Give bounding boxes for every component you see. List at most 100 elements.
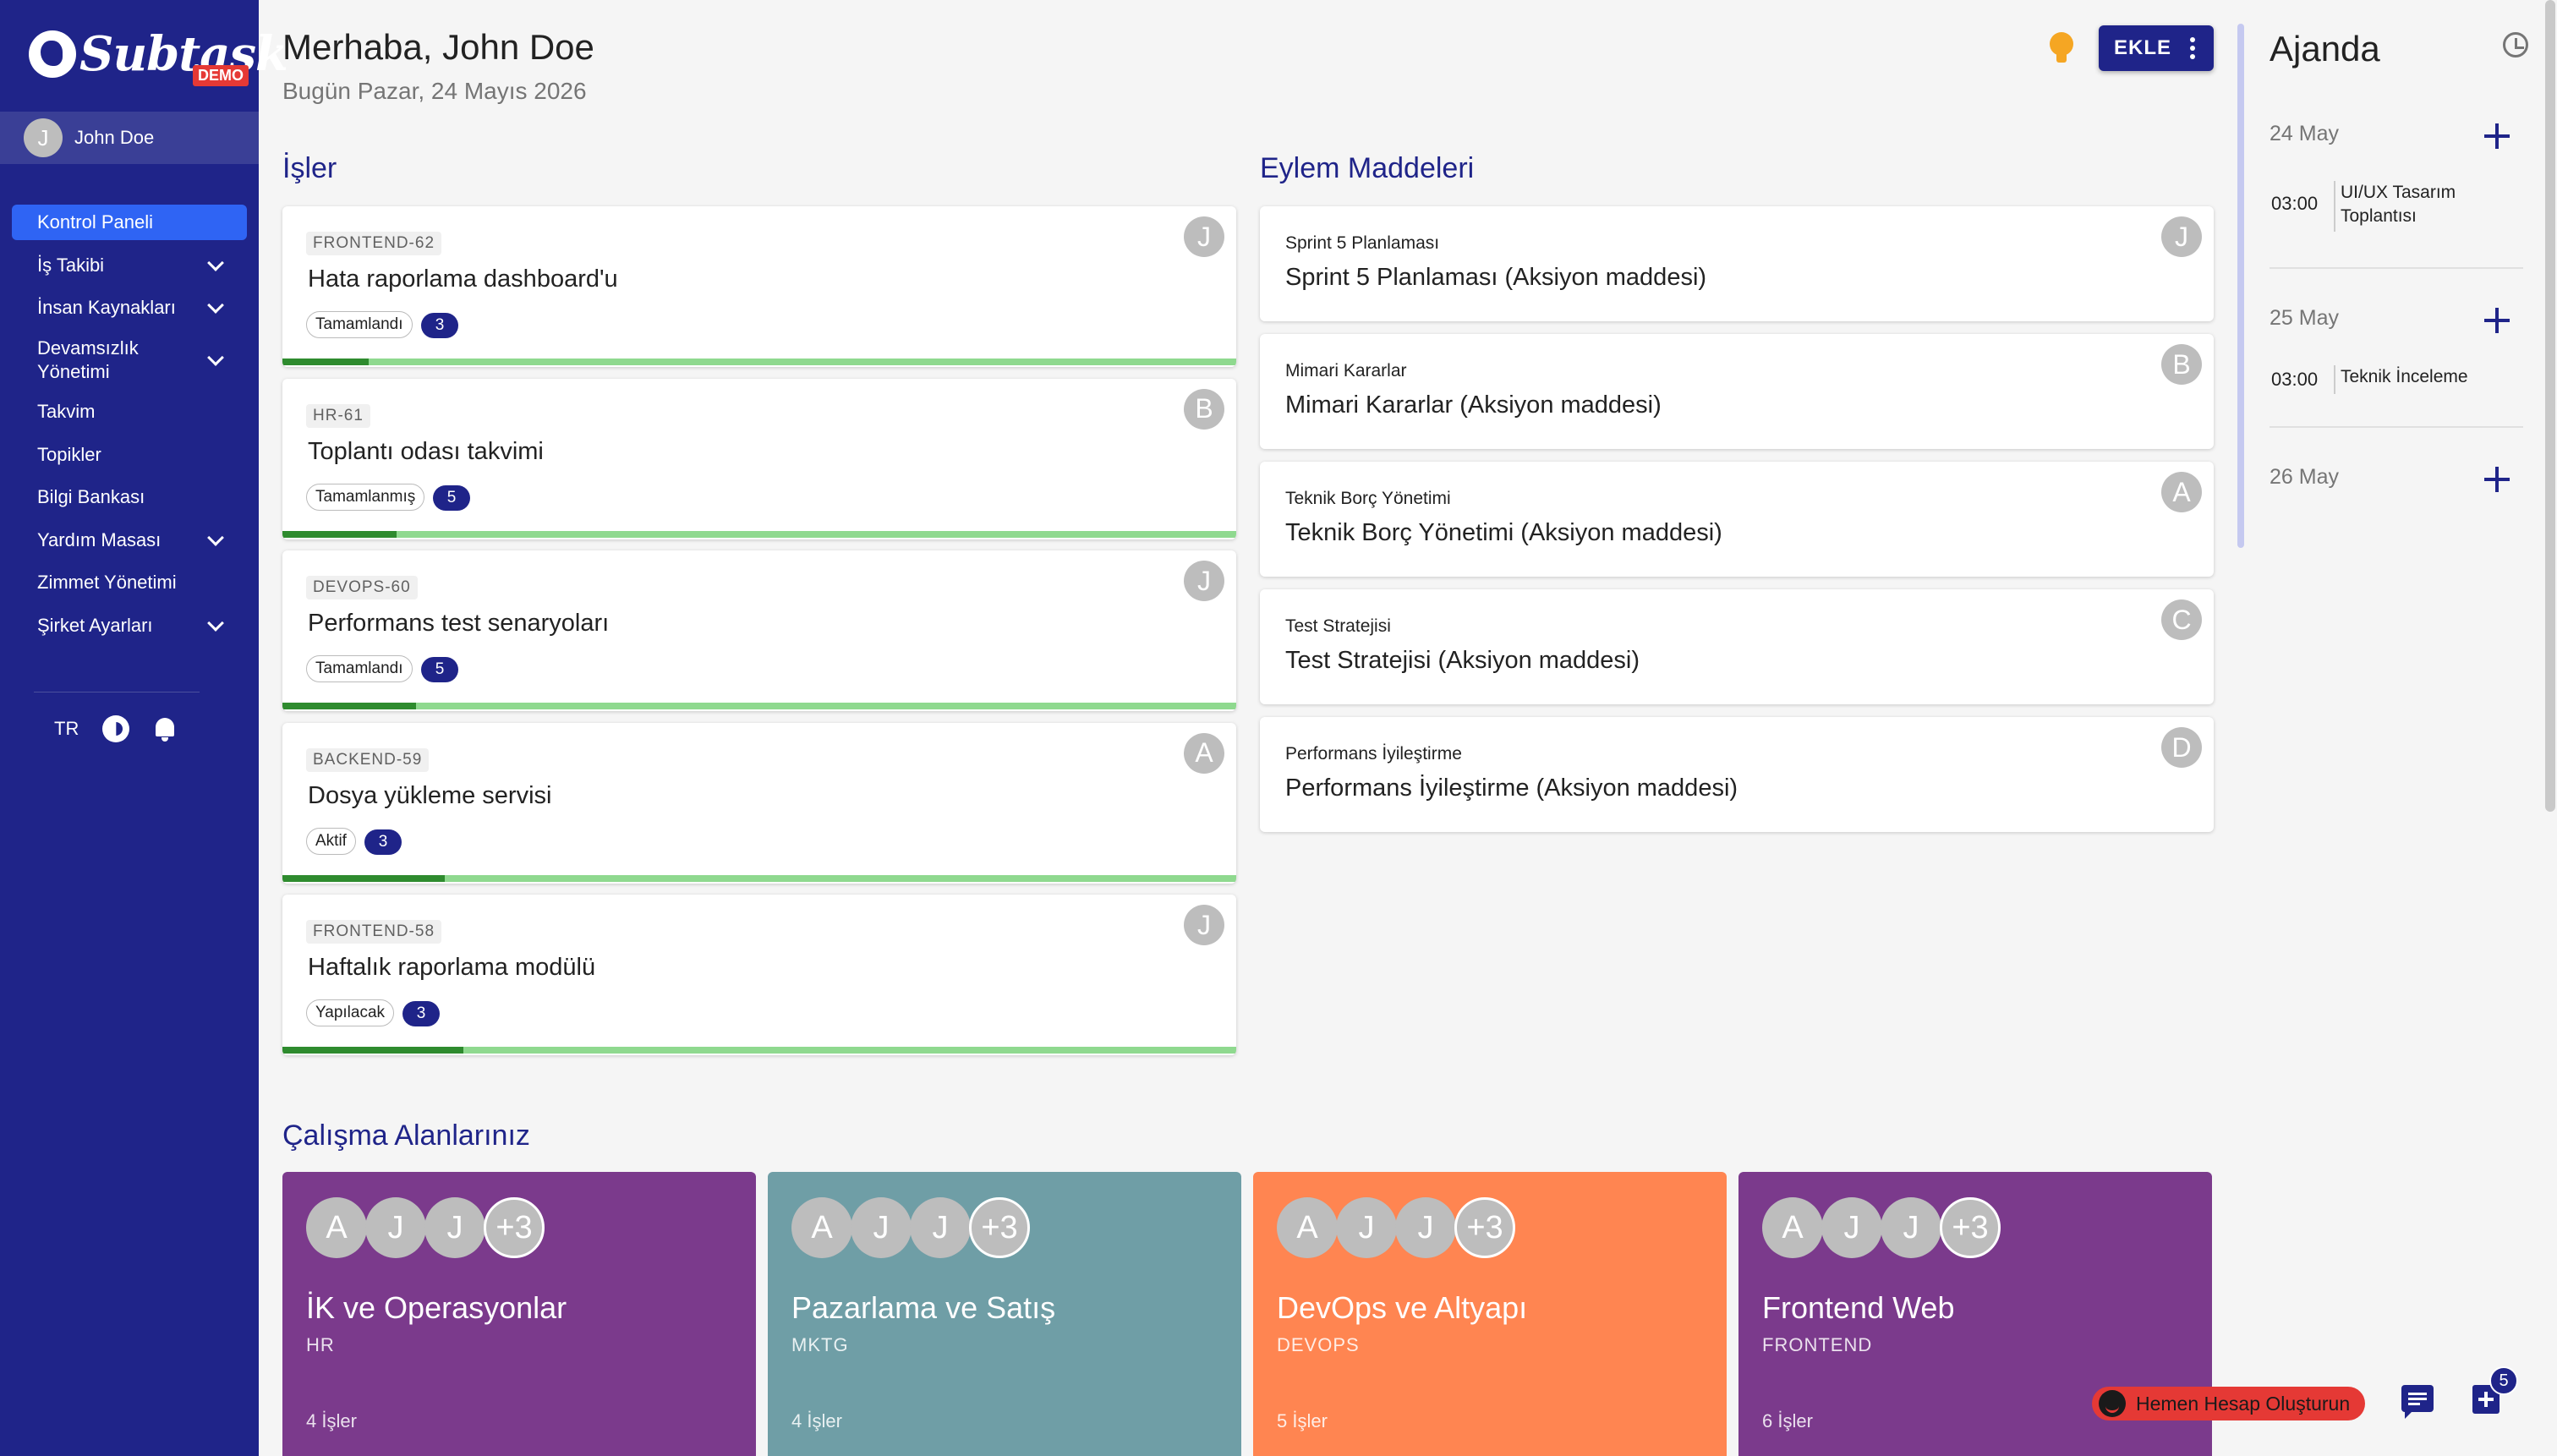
task-card[interactable]: DEVOPS-60 Performans test senaryoları Tama… (282, 550, 1236, 711)
action-item-title: Performans İyileştirme (Aksiyon maddesi) (1285, 775, 1738, 802)
chevron-down-icon[interactable] (207, 297, 224, 314)
action-item-card[interactable]: Teknik Borç Yönetimi Teknik Borç Yönetimi… (1260, 462, 2214, 577)
add-event-icon[interactable] (2484, 467, 2510, 492)
progress-fill (282, 874, 445, 882)
sidebar-item-label: Takvim (37, 401, 96, 422)
agenda-event-title[interactable]: UI/UX Tasarım Toplantısı (2341, 181, 2501, 228)
kebab-menu-icon[interactable] (2190, 37, 2195, 59)
workspace-card[interactable]: A J J +3 Pazarlama ve Satış MKTG 4 İşler (768, 1172, 1241, 1456)
workspace-code: FRONTEND (1762, 1334, 1873, 1355)
action-item-card[interactable]: Mimari Kararlar Mimari Kararlar (Aksiyon … (1260, 334, 2214, 449)
sidebar-item[interactable]: Devamsızlık Yönetimi (12, 333, 247, 387)
sidebar-item-label: Şirket Ayarları (37, 614, 153, 636)
scrollbar[interactable] (2545, 0, 2555, 812)
task-title: Hata raporlama dashboard'u (308, 265, 618, 293)
task-card[interactable]: FRONTEND-62 Hata raporlama dashboard'u Tam… (282, 206, 1236, 367)
agenda-event-title[interactable]: Teknik İnceleme (2341, 365, 2468, 389)
create-account-button[interactable]: Hemen Hesap Oluşturun (2092, 1387, 2366, 1420)
sidebar-item[interactable]: Zimmet Yönetimi (12, 565, 247, 600)
chevron-down-icon[interactable] (207, 348, 224, 366)
subtask-count-badge: 5 (433, 484, 470, 511)
sidebar-item[interactable]: Takvim (12, 394, 247, 430)
sidebar-item[interactable]: İnsan Kaynakları (12, 290, 247, 326)
add-event-icon[interactable] (2484, 123, 2510, 149)
workspace-card[interactable]: A J J +3 İK ve Operasyonlar HR 4 İşler (282, 1172, 756, 1456)
avatar: J (24, 118, 63, 157)
agenda-accent (2237, 24, 2244, 548)
agenda-date: 24 May (2270, 122, 2339, 145)
workspace-code: HR (306, 1334, 335, 1355)
progress-fill (282, 359, 369, 365)
action-item-card[interactable]: Test Stratejisi Test Stratejisi (Aksiyon … (1260, 589, 2214, 704)
chevron-down-icon[interactable] (207, 528, 224, 546)
task-title: Haftalık raporlama modülü (308, 954, 596, 981)
more-members-avatar: +3 (1454, 1197, 1515, 1258)
sidebar-item[interactable]: İş Takibi (12, 248, 247, 283)
action-item-card[interactable]: Sprint 5 Planlaması Sprint 5 Planlaması (… (1260, 206, 2214, 321)
task-title: Dosya yükleme servisi (308, 781, 552, 809)
agenda-date: 25 May (2270, 306, 2339, 330)
assignee-avatar: J (1184, 561, 1224, 601)
avatar: J (1881, 1197, 1941, 1258)
avatar: A (1277, 1197, 1338, 1258)
user-name: John Doe (74, 127, 155, 148)
workspace-card[interactable]: A J J +3 DevOps ve Altyapı DEVOPS 5 İşler (1253, 1172, 1727, 1456)
assignee-avatar: J (1184, 216, 1224, 257)
current-date: Bugün Pazar, 24 Mayıs 2026 (282, 78, 587, 104)
status-badge: Tamamlanmış (306, 483, 425, 511)
add-event-icon[interactable] (2484, 308, 2510, 333)
action-item-title: Teknik Borç Yönetimi (Aksiyon maddesi) (1285, 519, 1722, 546)
task-code: HR-61 (306, 403, 370, 428)
lightbulb-icon[interactable] (2050, 32, 2073, 64)
agenda-event-time: 03:00 (2271, 193, 2319, 214)
subtask-count-badge: 3 (421, 313, 458, 338)
sidebar-item[interactable]: Şirket Ayarları (12, 608, 247, 643)
add-button[interactable]: EKLE (2099, 25, 2214, 71)
task-code: DEVOPS-60 (306, 576, 418, 599)
task-card[interactable]: BACKEND-59 Dosya yükleme servisi Aktif 3 A (282, 722, 1236, 884)
action-item-title: Mimari Kararlar (Aksiyon maddesi) (1285, 391, 1662, 419)
task-card[interactable]: HR-61 Toplantı odası takvimi Tamamlanmış 5 B (282, 378, 1236, 539)
chat-icon[interactable] (2401, 1385, 2434, 1419)
bell-icon[interactable] (153, 716, 177, 742)
agenda-separator (2270, 267, 2523, 269)
avatar: J (365, 1197, 426, 1258)
status-badge: Yapılacak (306, 999, 395, 1026)
workspace-job-count: 5 İşler (1277, 1410, 1328, 1431)
chevron-down-icon[interactable] (207, 614, 224, 632)
task-card[interactable]: FRONTEND-58 Haftalık raporlama modülü Yapı… (282, 895, 1236, 1055)
sidebar-item-label: Topikler (37, 443, 101, 465)
user-profile[interactable]: J John Doe (0, 112, 259, 164)
progress-bar (282, 703, 1236, 709)
workspace-code: DEVOPS (1277, 1334, 1360, 1355)
sidebar-item[interactable]: Topikler (12, 437, 247, 473)
assignee-avatar: C (2161, 599, 2202, 640)
workspace-code: MKTG (791, 1334, 849, 1355)
progress-bar (282, 530, 1236, 538)
chevron-down-icon[interactable] (207, 254, 224, 271)
avatar: J (1336, 1197, 1397, 1258)
action-item-card[interactable]: Performans İyileştirme Performans İyileşt… (1260, 717, 2214, 832)
language-switch[interactable]: TR (54, 718, 79, 740)
assignee-avatar: A (2161, 472, 2202, 512)
avatar: A (306, 1197, 367, 1258)
more-members-avatar: +3 (969, 1197, 1030, 1258)
sidebar-item[interactable]: Kontrol Paneli (12, 205, 247, 240)
agenda-date: 26 May (2270, 465, 2339, 489)
sidebar-item[interactable]: Yardım Masası (12, 523, 247, 558)
workspaces-section-title: Çalışma Alanlarınız (282, 1119, 530, 1152)
history-icon[interactable] (2503, 32, 2528, 57)
app-logo[interactable]: Subtask DEMO (29, 22, 288, 86)
more-members-avatar: +3 (1940, 1197, 2001, 1258)
status-badge: Aktif (306, 827, 356, 855)
progress-bar (282, 359, 1236, 365)
progress-fill (282, 1047, 464, 1054)
sidebar-item[interactable]: Bilgi Bankası (12, 479, 247, 515)
create-account-label: Hemen Hesap Oluşturun (2136, 1392, 2351, 1415)
action-item-subtitle: Performans İyileştirme (1285, 744, 1462, 764)
progress-fill (282, 530, 397, 538)
brightness-icon[interactable] (102, 715, 130, 742)
agenda-event-time: 03:00 (2271, 369, 2319, 390)
task-code: BACKEND-59 (306, 747, 430, 772)
task-title: Toplantı odası takvimi (308, 437, 544, 465)
